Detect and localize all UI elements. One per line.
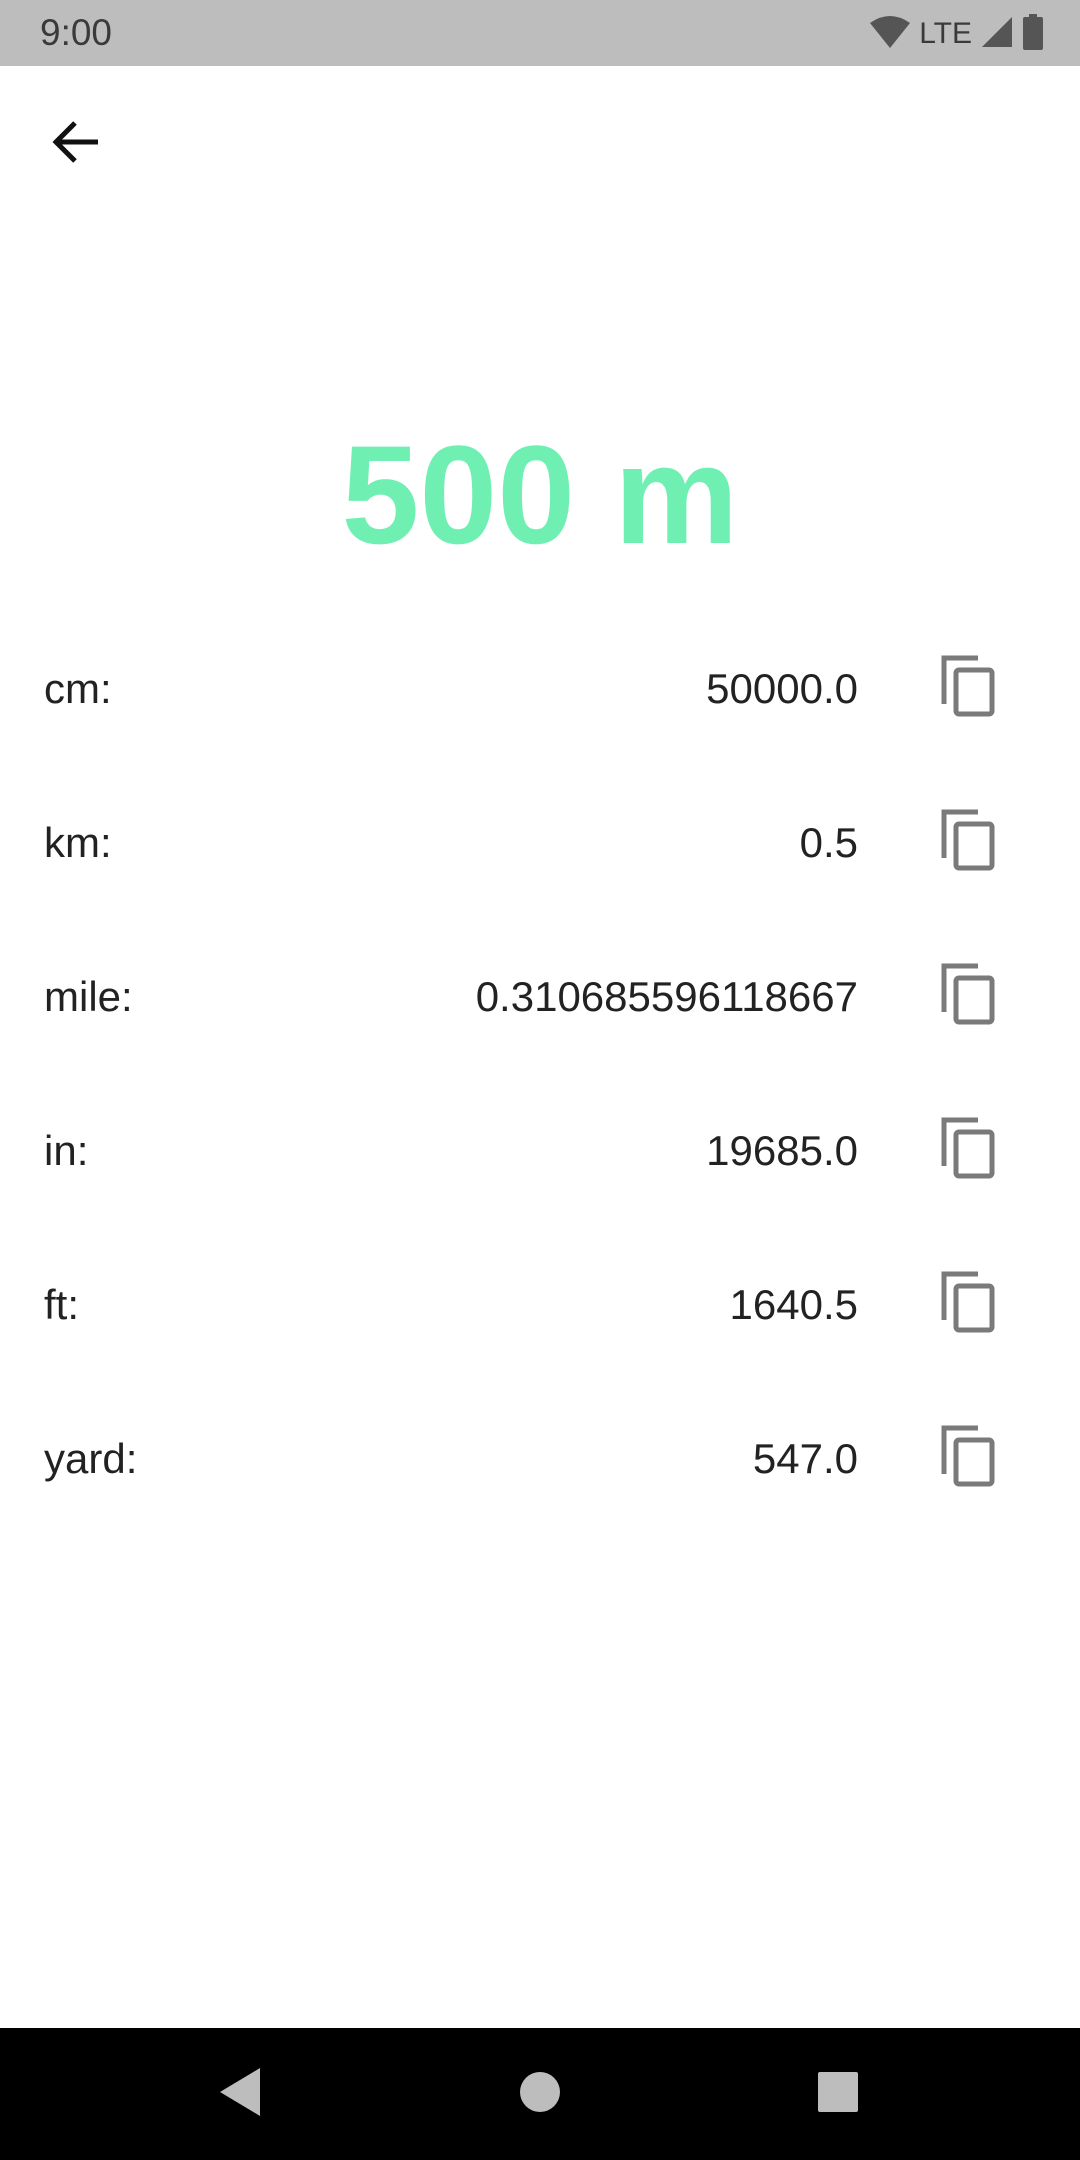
list-item: yard: 547.0 bbox=[0, 1386, 1080, 1540]
nav-recents-button[interactable] bbox=[802, 2058, 874, 2130]
unit-label: cm: bbox=[44, 665, 112, 712]
list-item: ft: 1640.5 bbox=[0, 1232, 1080, 1386]
copy-button[interactable] bbox=[932, 956, 1004, 1036]
wifi-icon bbox=[869, 15, 911, 54]
arrow-back-icon bbox=[51, 119, 101, 170]
converted-value: 0.310685596118667 bbox=[475, 973, 858, 1020]
converted-value: 50000.0 bbox=[706, 665, 858, 712]
copy-button[interactable] bbox=[932, 1418, 1004, 1498]
copy-icon bbox=[940, 1270, 996, 1339]
converter-screen: 9:00 LTE 500 m cm: 50000.0 km: 0.5 mile:… bbox=[0, 0, 1080, 2160]
nav-back-button[interactable] bbox=[204, 2058, 276, 2130]
cell-signal-icon bbox=[980, 15, 1014, 54]
nav-home-button[interactable] bbox=[504, 2058, 576, 2130]
copy-icon bbox=[940, 808, 996, 877]
unit-label: mile: bbox=[44, 973, 133, 1020]
status-time: 9:00 bbox=[40, 12, 113, 53]
unit-label: in: bbox=[44, 1127, 89, 1174]
network-type-label: LTE bbox=[919, 17, 972, 50]
copy-button[interactable] bbox=[932, 648, 1004, 728]
list-item: mile: 0.310685596118667 bbox=[0, 924, 1080, 1078]
unit-label: ft: bbox=[44, 1281, 80, 1328]
input-value-heading: 500 m bbox=[341, 416, 739, 573]
home-circle-icon bbox=[518, 2070, 562, 2119]
status-bar: 9:00 LTE bbox=[0, 0, 1080, 66]
copy-icon bbox=[940, 962, 996, 1031]
back-button[interactable] bbox=[40, 108, 112, 180]
converted-value: 1640.5 bbox=[729, 1281, 858, 1328]
converted-value: 19685.0 bbox=[706, 1127, 858, 1174]
status-icons: LTE bbox=[869, 13, 1044, 55]
list-item: cm: 50000.0 bbox=[0, 616, 1080, 770]
converted-value: 547.0 bbox=[752, 1435, 858, 1482]
recents-square-icon bbox=[816, 2070, 860, 2119]
copy-button[interactable] bbox=[932, 1264, 1004, 1344]
battery-icon bbox=[1022, 13, 1044, 55]
conversion-list: cm: 50000.0 km: 0.5 mile: 0.310685596118… bbox=[0, 616, 1080, 1540]
copy-button[interactable] bbox=[932, 1110, 1004, 1190]
copy-icon bbox=[940, 1424, 996, 1493]
copy-icon bbox=[940, 654, 996, 723]
converted-value: 0.5 bbox=[799, 819, 858, 866]
unit-label: yard: bbox=[44, 1435, 138, 1482]
unit-label: km: bbox=[44, 819, 112, 866]
list-item: km: 0.5 bbox=[0, 770, 1080, 924]
copy-button[interactable] bbox=[932, 802, 1004, 882]
system-navigation-bar bbox=[0, 2028, 1080, 2160]
copy-icon bbox=[940, 1116, 996, 1185]
back-triangle-icon bbox=[216, 2066, 264, 2123]
list-item: in: 19685.0 bbox=[0, 1078, 1080, 1232]
